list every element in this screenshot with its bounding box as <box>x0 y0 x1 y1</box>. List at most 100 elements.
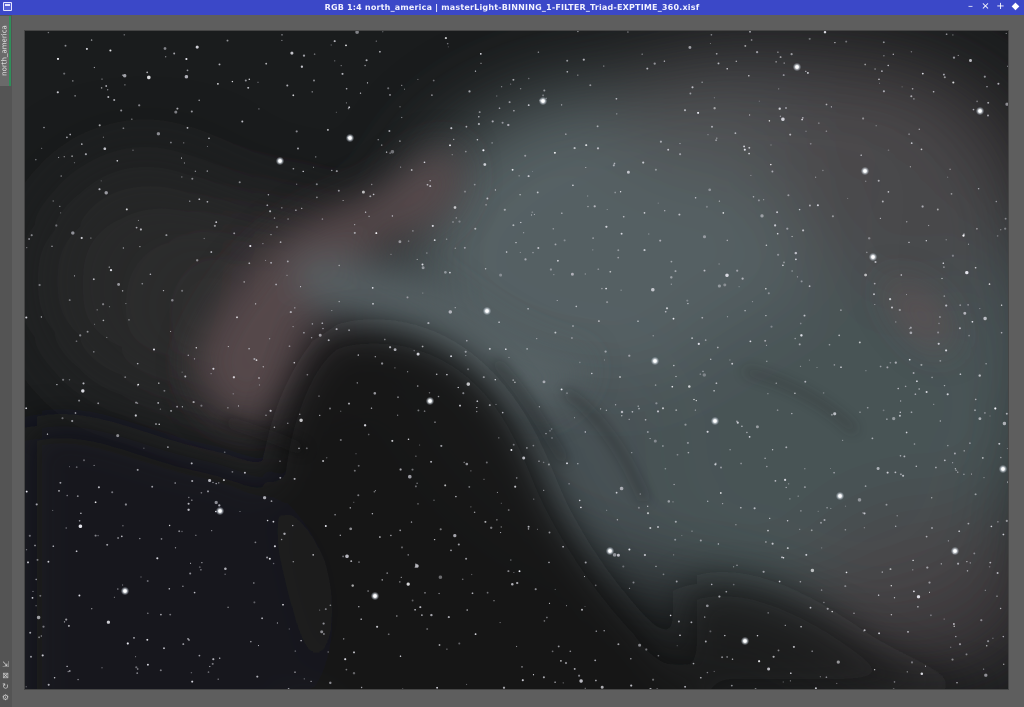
star <box>878 78 880 81</box>
star <box>69 133 72 136</box>
star <box>591 372 593 375</box>
star <box>81 389 85 393</box>
star <box>102 136 104 138</box>
star <box>501 411 504 414</box>
star <box>976 227 978 230</box>
star <box>484 268 487 270</box>
star <box>450 549 452 552</box>
star <box>820 547 823 549</box>
star <box>657 202 659 204</box>
star <box>513 109 515 112</box>
star <box>881 70 883 72</box>
star <box>664 467 667 470</box>
star <box>295 209 297 211</box>
star <box>626 170 630 174</box>
star <box>349 507 352 509</box>
star <box>557 645 560 648</box>
star <box>969 442 971 445</box>
shade-button[interactable]: × <box>981 1 990 13</box>
star <box>556 299 558 302</box>
star <box>965 653 968 656</box>
star <box>375 40 377 42</box>
star <box>458 642 461 645</box>
star <box>407 554 409 556</box>
star <box>526 348 528 350</box>
star <box>249 244 252 248</box>
star <box>176 405 179 408</box>
star <box>198 566 201 568</box>
star <box>210 373 212 375</box>
star <box>730 684 733 687</box>
view-identifier-tab[interactable]: north_america <box>0 16 11 86</box>
star <box>137 383 140 386</box>
star <box>847 197 849 199</box>
star <box>35 503 38 506</box>
star <box>316 196 318 199</box>
window-icon[interactable] <box>3 2 12 11</box>
star <box>146 638 149 641</box>
star <box>776 232 779 235</box>
star <box>916 595 921 599</box>
star <box>718 200 721 202</box>
star <box>667 500 671 503</box>
star <box>791 270 793 272</box>
star <box>947 540 950 542</box>
star <box>565 605 568 607</box>
star <box>932 90 935 93</box>
star <box>94 534 97 537</box>
star <box>298 447 300 450</box>
star <box>198 198 201 201</box>
star <box>584 687 586 689</box>
star <box>908 358 911 361</box>
star <box>777 51 779 53</box>
star <box>801 118 803 121</box>
refresh-icon[interactable]: ↻ <box>1 682 10 691</box>
title-bar[interactable]: RGB 1:4 north_america | masterLight-BINN… <box>0 0 1024 15</box>
star <box>963 473 965 476</box>
star <box>231 80 234 83</box>
star <box>931 497 933 499</box>
star <box>83 459 85 462</box>
star <box>691 337 694 340</box>
pin-icon[interactable]: ⇲ <box>1 660 10 669</box>
star <box>703 269 706 272</box>
close-button[interactable]: ◆ <box>1011 1 1020 13</box>
star <box>693 398 695 401</box>
star <box>368 215 370 218</box>
star <box>86 330 89 333</box>
star <box>637 405 639 407</box>
star <box>893 597 896 599</box>
star <box>78 594 81 597</box>
star <box>331 310 333 312</box>
star <box>250 640 252 643</box>
star <box>440 444 443 447</box>
star <box>310 680 312 683</box>
star <box>641 53 643 55</box>
star <box>265 62 268 65</box>
star <box>776 409 779 411</box>
star <box>952 56 956 59</box>
star <box>811 650 814 653</box>
maximize-button[interactable]: + <box>996 1 1005 13</box>
bright-star <box>1001 467 1005 471</box>
star <box>74 95 76 97</box>
star <box>210 251 213 253</box>
bright-star <box>953 549 957 553</box>
settings-icon[interactable]: ⚙ <box>1 693 10 702</box>
star <box>206 170 208 172</box>
image-viewport[interactable] <box>24 30 1009 690</box>
star <box>356 382 358 384</box>
star <box>942 262 945 264</box>
star <box>189 572 192 575</box>
star <box>794 251 798 255</box>
close-view-icon[interactable]: ⊠ <box>1 671 10 680</box>
star <box>322 459 325 463</box>
star <box>981 456 984 459</box>
star <box>126 642 129 645</box>
minimize-button[interactable]: – <box>966 1 975 13</box>
star <box>437 395 440 398</box>
star <box>170 330 172 332</box>
star <box>665 307 669 310</box>
star <box>746 431 748 434</box>
star <box>765 244 768 246</box>
